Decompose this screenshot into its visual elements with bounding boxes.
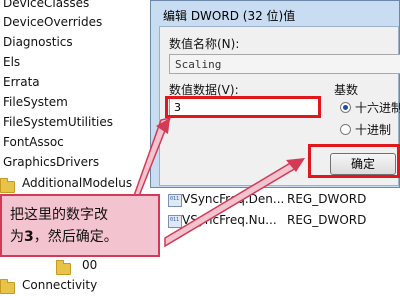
value-name-label: 数值名称(N): bbox=[169, 37, 240, 51]
tree-item-additionalmodelus[interactable]: AdditionalModelus bbox=[22, 176, 132, 190]
radio-decimal[interactable] bbox=[340, 124, 351, 135]
data-field-highlight bbox=[165, 96, 321, 118]
callout-highlight-number: 3 bbox=[24, 229, 34, 245]
radio-decimal-label[interactable]: 十进制 bbox=[355, 121, 391, 138]
tree-item-filesystemutilities[interactable]: FileSystemUtilities bbox=[3, 115, 113, 129]
callout-text: 把这里的数字改 为3，然后确定。 bbox=[10, 204, 156, 248]
callout-line-2: 为3，然后确定。 bbox=[10, 226, 156, 248]
value-row-type: REG_DWORD bbox=[287, 213, 367, 227]
radio-hex-label[interactable]: 十六进制 bbox=[355, 99, 400, 116]
tree-item-graphicsdrivers[interactable]: GraphicsDrivers bbox=[3, 155, 99, 169]
base-label: 基数 bbox=[334, 83, 359, 97]
ok-button-highlight bbox=[308, 144, 400, 178]
tree-item-deviceclasses[interactable]: DeviceClasses bbox=[3, 0, 89, 10]
reg-binary-icon bbox=[168, 194, 182, 207]
dialog-title: 编辑 DWORD (32 位)值 bbox=[163, 9, 296, 23]
folder-icon bbox=[0, 279, 15, 294]
tree-item-connectivity[interactable]: Connectivity bbox=[22, 278, 97, 292]
tree-item-filesystem[interactable]: FileSystem bbox=[3, 95, 68, 109]
tree-item-errata[interactable]: Errata bbox=[3, 75, 40, 89]
callout-line-2-prefix: 为 bbox=[10, 229, 24, 245]
value-row-name[interactable]: VSyncFreq.Den... bbox=[182, 192, 284, 206]
value-row-type: REG_DWORD bbox=[287, 192, 367, 206]
folder-icon bbox=[0, 178, 15, 193]
instruction-callout: 把这里的数字改 为3，然后确定。 bbox=[0, 194, 160, 257]
reg-binary-icon bbox=[168, 215, 182, 228]
tree-item-deviceoverrides[interactable]: DeviceOverrides bbox=[3, 15, 102, 29]
tree-item-diagnostics[interactable]: Diagnostics bbox=[3, 35, 73, 49]
callout-line-1: 把这里的数字改 bbox=[10, 207, 108, 223]
tree-item-fontassoc[interactable]: FontAssoc bbox=[3, 135, 64, 149]
value-name-field: Scaling bbox=[169, 54, 400, 74]
tree-item-els[interactable]: Els bbox=[3, 55, 20, 69]
tree-item-00[interactable]: 00 bbox=[82, 258, 97, 272]
radio-hex[interactable] bbox=[340, 102, 351, 113]
folder-icon bbox=[56, 260, 71, 275]
callout-line-2-suffix: ，然后确定。 bbox=[33, 229, 118, 245]
value-row-name[interactable]: VSyncFreq.Nu... bbox=[182, 213, 277, 227]
